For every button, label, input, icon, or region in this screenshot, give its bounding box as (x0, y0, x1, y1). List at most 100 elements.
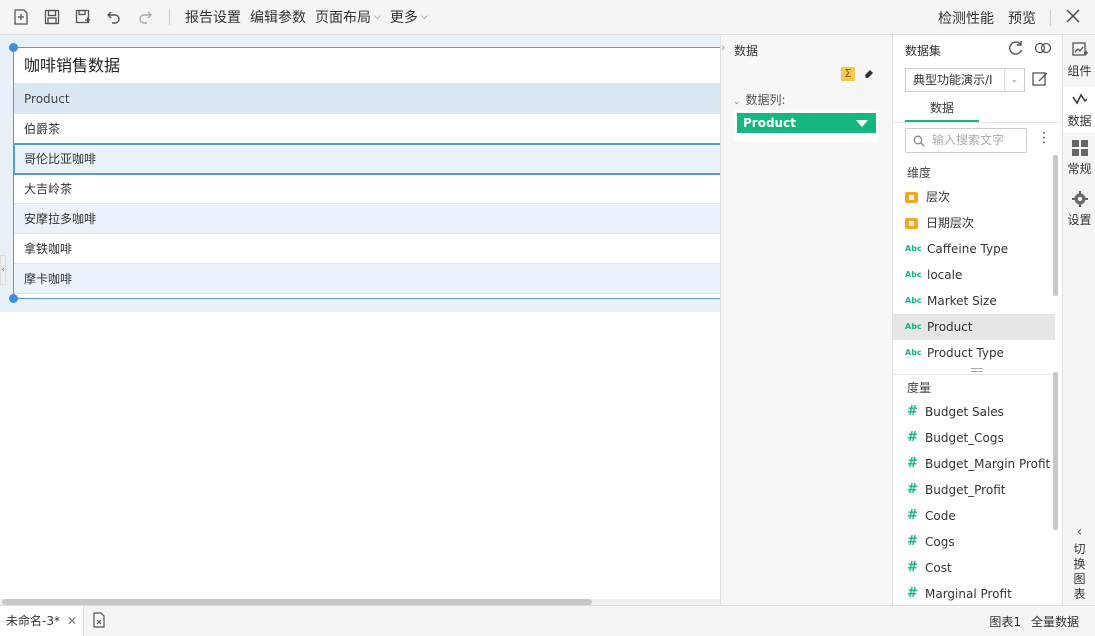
table-row[interactable]: 拿铁咖啡 (14, 234, 720, 264)
dataset-select[interactable]: 典型功能演示/I ⌄ (905, 68, 1025, 92)
field-item[interactable]: 日期层次 (893, 210, 1055, 236)
eraser-icon[interactable] (863, 67, 875, 82)
component-icon (1071, 42, 1088, 56)
text-field-icon: Abc (905, 244, 922, 253)
undo-icon[interactable] (104, 7, 124, 27)
search-icon (913, 129, 925, 155)
chevron-down-icon: ⌵ (420, 12, 428, 22)
search-input[interactable]: 输入搜索文字 (905, 128, 1027, 153)
sidebar-item-general[interactable]: 常规 (1063, 139, 1095, 177)
number-field-icon: # (907, 482, 918, 497)
resize-handle-bottom-left[interactable] (9, 294, 18, 303)
dataset-title: 数据集 (905, 44, 942, 58)
sidebar-item-settings[interactable]: 设置 (1063, 190, 1095, 228)
measure-section-label: 度量 (907, 381, 932, 395)
resize-handle-top-left[interactable] (9, 43, 18, 52)
new-document-icon[interactable] (92, 611, 106, 631)
expand-left-icon[interactable]: ‹ (0, 255, 6, 285)
collapse-arrow-icon[interactable]: › (721, 41, 725, 54)
menu-report-settings[interactable]: 报告设置 (185, 7, 241, 27)
data-mode-indicator[interactable]: 全量数据 (1031, 613, 1079, 630)
chevron-left-icon: ‹ (1076, 524, 1083, 540)
field-item[interactable]: # Budget_Cogs (893, 425, 1055, 451)
chevron-down-icon[interactable]: ⌄ (1004, 69, 1024, 91)
tab-data[interactable]: 数据 (905, 97, 979, 123)
number-field-icon: # (907, 534, 918, 549)
table-widget[interactable]: 咖啡销售数据 Product 伯爵茶 哥伦比亚咖啡 大吉岭茶 安摩拉多咖啡 拿铁… (13, 47, 720, 299)
document-tab[interactable]: 未命名-3* ✕ (0, 605, 85, 636)
number-field-icon: # (907, 404, 918, 419)
field-item[interactable]: Abc Product Type (893, 340, 1055, 366)
widget-title: 咖啡销售数据 (14, 48, 720, 84)
refresh-icon[interactable] (1008, 40, 1024, 60)
column-dropzone[interactable]: Product (734, 110, 879, 142)
data-icon (1071, 93, 1088, 105)
toolbar: 报告设置 编辑参数 页面布局 ⌵ 更多 ⌵ 检测性能 预览 (0, 0, 1095, 35)
field-item[interactable]: # Budget_Profit (893, 477, 1055, 503)
number-field-icon: # (907, 430, 918, 445)
status-bar: 未命名-3* ✕ 图表1 全量数据 (0, 605, 1095, 636)
sidebar-item-component[interactable]: 组件 (1063, 41, 1095, 79)
field-item[interactable]: # Code (893, 503, 1055, 529)
text-field-icon: Abc (905, 322, 922, 331)
data-config-title: 数据 (734, 44, 759, 58)
number-field-icon: # (907, 456, 918, 471)
field-item[interactable]: # Budget Sales (893, 399, 1055, 425)
menu-page-layout[interactable]: 页面布局 ⌵ (315, 7, 381, 27)
report-canvas[interactable]: 咖啡销售数据 Product 伯爵茶 哥伦比亚咖啡 大吉岭茶 安摩拉多咖啡 拿铁… (0, 35, 720, 605)
field-item[interactable]: Abc Caffeine Type (893, 236, 1055, 262)
chart-indicator[interactable]: 图表1 (989, 613, 1021, 630)
field-item[interactable]: # Cogs (893, 529, 1055, 555)
table-row[interactable]: 安摩拉多咖啡 (14, 204, 720, 234)
save-as-icon[interactable] (73, 7, 93, 27)
table-row[interactable]: 摩卡咖啡 (14, 264, 720, 294)
settings-icon (1071, 191, 1088, 207)
field-item[interactable]: # Marginal Profit (893, 581, 1055, 607)
sigma-icon[interactable]: Σ (841, 67, 855, 81)
column-pill-product[interactable]: Product (737, 113, 876, 133)
columns-label: ⌄ 数据列: (733, 93, 786, 107)
save-icon[interactable] (42, 7, 62, 27)
menu-edit-params[interactable]: 编辑参数 (250, 7, 306, 27)
text-field-icon: Abc (905, 296, 922, 305)
check-performance-button[interactable]: 检测性能 (938, 8, 994, 28)
new-report-icon[interactable] (11, 7, 31, 27)
field-item[interactable]: # Budget_Margin Profit (893, 451, 1055, 477)
switch-chart-button[interactable]: ‹ 切 换 图 表 (1063, 525, 1095, 602)
edit-dataset-icon[interactable] (1031, 70, 1049, 91)
measure-scrollbar[interactable] (1053, 372, 1058, 530)
table-header[interactable]: Product (14, 84, 720, 114)
field-item[interactable]: Abc Market Size (893, 288, 1055, 314)
redo-icon[interactable] (135, 7, 155, 27)
grip-icon[interactable] (971, 368, 983, 372)
toolbar-separator (1050, 9, 1051, 26)
number-field-icon: # (907, 586, 918, 601)
link-dataset-icon[interactable] (1034, 40, 1052, 60)
tab-underline (893, 122, 1063, 123)
field-item-active[interactable]: Abc Product (893, 314, 1055, 340)
menu-more[interactable]: 更多 ⌵ (390, 7, 428, 27)
data-config-panel: › 数据 Σ ⌄ 数据列: Product (720, 35, 892, 605)
table-row[interactable]: 哥伦比亚咖啡 (13, 143, 720, 175)
close-tab-icon[interactable]: ✕ (67, 606, 77, 636)
toolbar-right: 检测性能 预览 (938, 0, 1095, 35)
field-item[interactable]: 层次 (893, 184, 1055, 210)
field-item[interactable]: # Cost (893, 555, 1055, 581)
toolbar-separator (169, 9, 170, 25)
section-splitter[interactable] (893, 368, 1055, 375)
close-icon[interactable] (1065, 8, 1081, 27)
chevron-down-icon[interactable]: ⌄ (733, 97, 741, 107)
text-field-icon: Abc (905, 348, 922, 357)
dropdown-triangle-icon[interactable] (856, 120, 868, 127)
table-row[interactable]: 大吉岭茶 (14, 174, 720, 204)
dimension-section-label: 维度 (907, 166, 932, 180)
general-icon (1071, 140, 1088, 156)
preview-button[interactable]: 预览 (1008, 8, 1036, 28)
field-item[interactable]: Abc locale (893, 262, 1055, 288)
dataset-panel: 数据集 典型功能演示/I ⌄ 数据 输入搜索文字 ⋮ 维度 层次 日期层次 Ab… (892, 35, 1063, 607)
sidebar-item-data[interactable]: 数据 (1063, 87, 1095, 133)
dimension-scrollbar[interactable] (1053, 155, 1058, 296)
table-row[interactable]: 伯爵茶 (14, 114, 720, 144)
status-right: 图表1 全量数据 (989, 606, 1079, 636)
more-options-icon[interactable]: ⋮ (1037, 130, 1051, 146)
